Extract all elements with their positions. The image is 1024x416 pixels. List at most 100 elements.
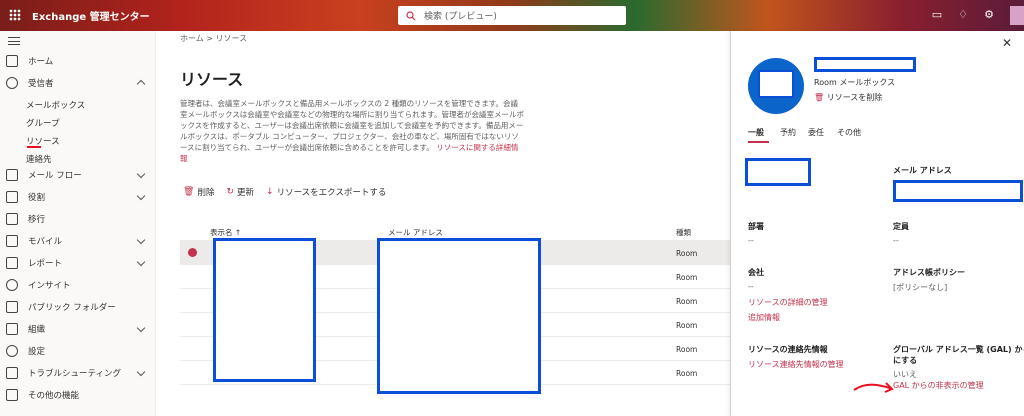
search-input[interactable]: 検索 (プレビュー) — [398, 6, 626, 25]
sidebar-item-label: モバイル — [28, 237, 63, 247]
tab-booking[interactable]: 予約 — [780, 127, 796, 138]
company-value: -- — [748, 282, 754, 291]
type-cell: Room — [676, 369, 698, 378]
address-policy-value: [ポリシーなし] — [893, 283, 948, 292]
avatar[interactable] — [1010, 6, 1024, 25]
redaction-box — [814, 57, 916, 72]
organization-icon — [6, 323, 18, 335]
person-icon — [6, 77, 18, 89]
tab-other[interactable]: その他 — [837, 127, 861, 138]
sidebar-item-recipients[interactable]: 受信者 — [0, 73, 156, 93]
panel-subtitle: Room メールボックス — [814, 78, 896, 87]
selection-underline — [27, 146, 41, 148]
toolbar: 🗑 削除 ↻ 更新 ↓ リソースをエクスポートする — [183, 186, 386, 198]
annotation-arrow-icon — [853, 382, 894, 393]
chevron-down-icon — [136, 367, 146, 377]
column-header-email[interactable]: メール アドレス — [388, 227, 443, 238]
more-info-link[interactable]: 追加情報 — [748, 312, 780, 323]
refresh-icon: ↻ — [226, 187, 234, 197]
gear-icon[interactable]: ⚙ — [982, 8, 996, 22]
type-cell: Room — [676, 273, 698, 282]
gal-manage-link[interactable]: GAL からの非表示の管理 — [893, 380, 984, 391]
checkmark-icon[interactable] — [188, 248, 197, 257]
gal-value: いいえ — [893, 370, 917, 379]
home-icon — [6, 55, 18, 67]
sidebar-item-label: パブリック フォルダー — [28, 303, 116, 313]
email-label: メール アドレス — [893, 166, 952, 175]
department-label: 部署 — [748, 222, 764, 231]
redaction-box — [745, 158, 811, 186]
chevron-up-icon — [136, 79, 146, 89]
sidebar-item-label: 組織 — [28, 325, 46, 335]
app-launcher-icon[interactable] — [9, 9, 21, 21]
close-icon[interactable]: ✕ — [1002, 36, 1012, 50]
sidebar-item-label: ホーム — [28, 57, 54, 67]
delete-label: 削除 — [197, 188, 215, 198]
chevron-down-icon — [136, 191, 146, 201]
sidebar-subitem-contacts[interactable]: 連絡先 — [26, 153, 52, 165]
column-header-display-name[interactable]: 表示名 ↑ — [210, 227, 241, 238]
sidebar-item-public-folders[interactable]: パブリック フォルダー — [0, 297, 156, 317]
sidebar-item-label: メール フロー — [28, 171, 82, 181]
app-title: Exchange 管理センター — [32, 12, 150, 23]
manage-details-link[interactable]: リソースの詳細の管理 — [748, 297, 828, 308]
sidebar-subitem-mailbox[interactable]: メールボックス — [26, 99, 85, 111]
sidebar-item-label: インサイト — [28, 281, 71, 291]
download-icon: ↓ — [266, 187, 274, 197]
sidebar-item-mobile[interactable]: モバイル — [0, 231, 156, 251]
sidebar-item-troubleshooting[interactable]: トラブルシューティング — [0, 363, 156, 383]
breadcrumb[interactable]: ホーム > リソース — [180, 33, 247, 44]
sidebar-item-home[interactable]: ホーム — [0, 51, 156, 71]
search-placeholder: 検索 (プレビュー) — [424, 12, 497, 22]
sidebar-item-label: レポート — [28, 259, 63, 269]
chevron-down-icon — [136, 235, 146, 245]
sidebar-item-organization[interactable]: 組織 — [0, 319, 156, 339]
page-title: リソース — [180, 70, 244, 89]
top-bar: Exchange 管理センター 検索 (プレビュー) ▭ ♢ ⚙ — [0, 0, 1024, 31]
chevron-down-icon — [136, 169, 146, 179]
refresh-label: 更新 — [237, 188, 255, 198]
tab-general[interactable]: 一般 — [748, 127, 764, 138]
export-label: リソースをエクスポートする — [276, 188, 387, 198]
sidebar: ホーム 受信者 メールボックス グループ リソース 連絡先 メール フロー 役割… — [0, 31, 156, 416]
sidebar-item-other-features[interactable]: その他の機能 — [0, 385, 156, 405]
hamburger-icon[interactable] — [8, 37, 20, 45]
chevron-down-icon — [136, 257, 146, 267]
column-header-type[interactable]: 種類 — [676, 227, 691, 238]
room-icon — [748, 58, 804, 114]
delete-resource-label: リソースを削除 — [826, 93, 883, 102]
bell-icon[interactable]: ♢ — [956, 8, 970, 22]
sidebar-item-label: トラブルシューティング — [28, 369, 121, 379]
department-value: -- — [748, 236, 754, 245]
page-description: 管理者は、会議室メールボックスと備品用メールボックスの 2 種類のリソースを管理… — [180, 98, 525, 164]
chart-icon — [6, 257, 18, 269]
company-label: 会社 — [748, 268, 764, 277]
search-icon — [406, 10, 416, 20]
sidebar-item-settings[interactable]: 設定 — [0, 341, 156, 361]
contact-info-label: リソースの連絡先情報 — [748, 345, 828, 354]
sidebar-item-roles[interactable]: 役割 — [0, 187, 156, 207]
migration-icon — [6, 213, 18, 225]
mail-icon — [6, 169, 18, 181]
sidebar-item-label: 設定 — [28, 347, 46, 357]
refresh-button[interactable]: ↻ 更新 — [226, 186, 254, 198]
sidebar-item-insights[interactable]: インサイト — [0, 275, 156, 295]
sidebar-item-mail-flow[interactable]: メール フロー — [0, 165, 156, 185]
address-policy-label: アドレス帳ポリシー — [893, 268, 965, 277]
manage-contact-link[interactable]: リソース連絡先情報の管理 — [748, 359, 844, 370]
wrench-icon — [6, 367, 18, 379]
sidebar-item-migration[interactable]: 移行 — [0, 209, 156, 229]
sidebar-item-label: 移行 — [28, 215, 46, 225]
sidebar-subitem-groups[interactable]: グループ — [26, 117, 60, 129]
lightbulb-icon — [6, 279, 18, 291]
export-button[interactable]: ↓ リソースをエクスポートする — [266, 186, 386, 198]
sidebar-item-reports[interactable]: レポート — [0, 253, 156, 273]
tab-delegation[interactable]: 委任 — [808, 127, 824, 138]
delete-resource-button[interactable]: 🗑 リソースを削除 — [814, 92, 882, 103]
type-cell: Room — [676, 297, 698, 306]
type-cell: Room — [676, 321, 698, 330]
tab-underline — [748, 141, 769, 143]
feedback-icon[interactable]: ▭ — [930, 8, 944, 22]
redaction-box — [377, 238, 541, 394]
delete-button[interactable]: 🗑 削除 — [183, 186, 214, 198]
